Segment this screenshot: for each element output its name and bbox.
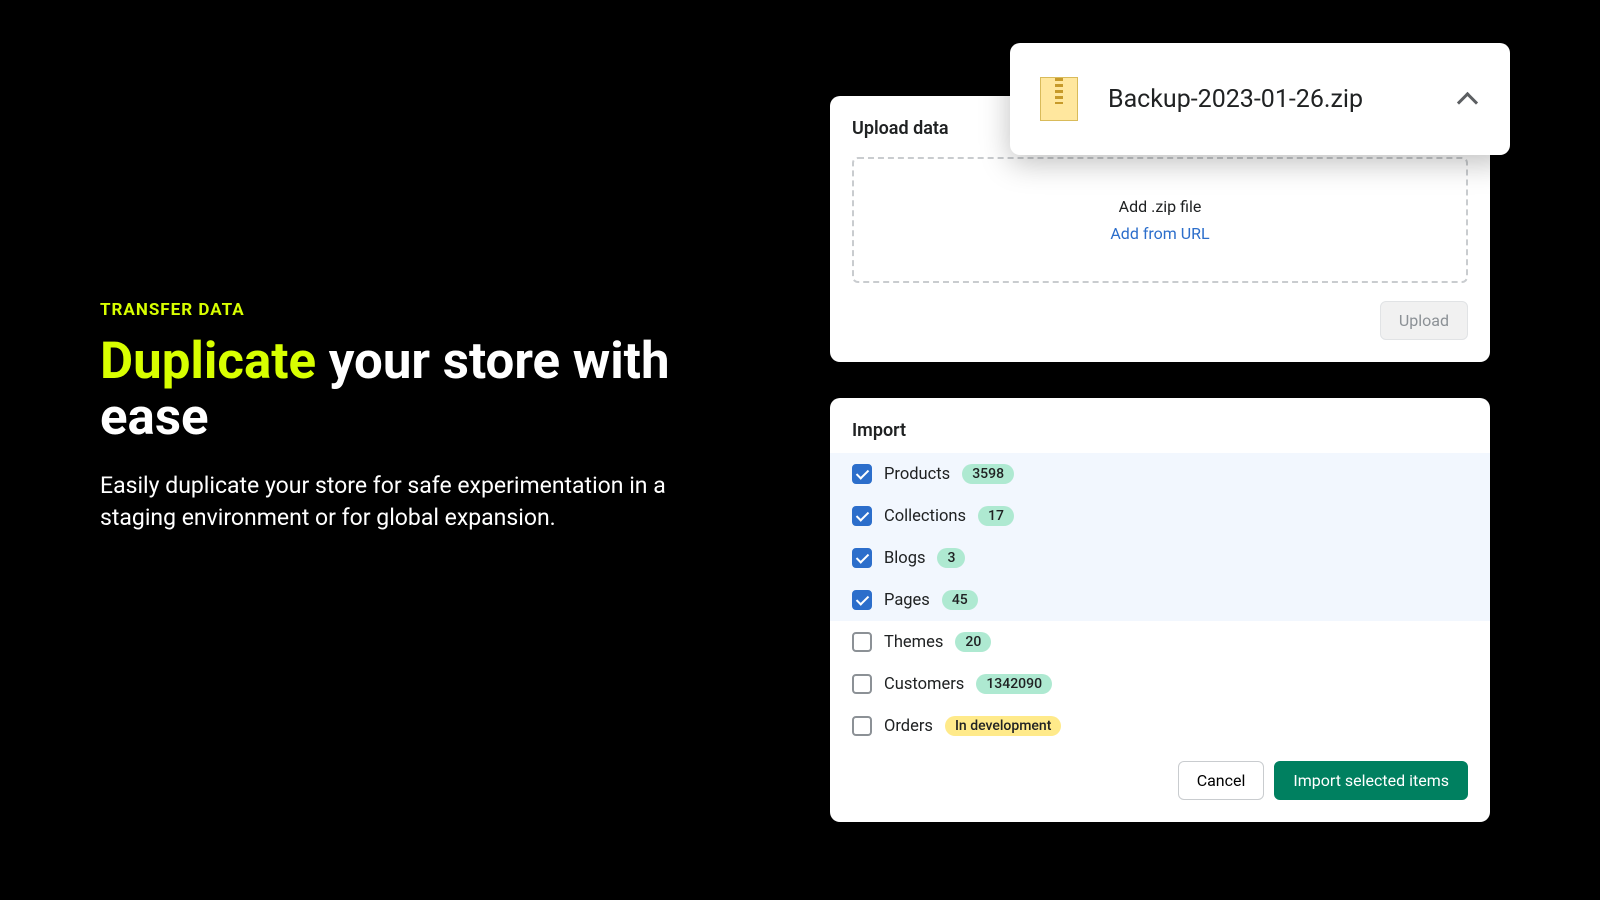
import-checkbox[interactable] — [852, 506, 872, 526]
eyebrow-text: TRANSFER DATA — [100, 300, 680, 320]
import-row[interactable]: Customers 1342090 — [830, 663, 1490, 705]
import-row-badge: 20 — [955, 632, 991, 652]
import-row-badge: 3 — [937, 548, 965, 568]
headline-accent: Duplicate — [100, 332, 316, 391]
import-selected-button[interactable]: Import selected items — [1274, 761, 1468, 800]
import-row[interactable]: Themes 20 — [830, 621, 1490, 663]
upload-actions: Upload — [852, 301, 1468, 340]
import-row-badge: 3598 — [962, 464, 1014, 484]
cancel-button[interactable]: Cancel — [1178, 761, 1265, 800]
import-row-label: Orders — [884, 717, 933, 736]
import-row[interactable]: Collections 17 — [830, 495, 1490, 537]
import-row[interactable]: Pages 45 — [830, 579, 1490, 621]
headline: Duplicate your store with ease — [100, 334, 680, 446]
import-row-label: Products — [884, 465, 950, 484]
import-row-label: Themes — [884, 633, 943, 652]
import-actions: Cancel Import selected items — [830, 747, 1490, 800]
import-row[interactable]: Products 3598 — [830, 453, 1490, 495]
import-row[interactable]: Blogs 3 — [830, 537, 1490, 579]
dropzone-instruction: Add .zip file — [1119, 197, 1202, 216]
import-checkbox[interactable] — [852, 464, 872, 484]
import-row-badge: In development — [945, 716, 1061, 736]
import-row-label: Collections — [884, 507, 966, 526]
import-row[interactable]: Orders In development — [830, 705, 1490, 747]
import-row-label: Blogs — [884, 549, 925, 568]
import-row-label: Customers — [884, 675, 964, 694]
import-checkbox[interactable] — [852, 716, 872, 736]
uploaded-file-name: Backup-2023-01-26.zip — [1108, 85, 1426, 114]
upload-dropzone[interactable]: Add .zip file Add from URL — [852, 157, 1468, 283]
import-checkbox[interactable] — [852, 590, 872, 610]
import-checkbox[interactable] — [852, 632, 872, 652]
marketing-copy: TRANSFER DATA Duplicate your store with … — [100, 300, 680, 535]
import-title: Import — [830, 420, 1490, 441]
import-row-list: Products 3598 Collections 17 Blogs 3 Pages 45 Th… — [830, 453, 1490, 747]
subheadline: Easily duplicate your store for safe exp… — [100, 470, 680, 534]
chevron-up-icon[interactable] — [1456, 87, 1480, 111]
import-row-badge: 45 — [942, 590, 978, 610]
import-row-badge: 17 — [978, 506, 1014, 526]
import-row-label: Pages — [884, 591, 930, 610]
import-row-badge: 1342090 — [976, 674, 1052, 694]
zip-file-icon — [1040, 77, 1078, 121]
upload-button[interactable]: Upload — [1380, 301, 1468, 340]
import-checkbox[interactable] — [852, 674, 872, 694]
add-from-url-link[interactable]: Add from URL — [1110, 224, 1209, 243]
uploaded-file-toast[interactable]: Backup-2023-01-26.zip — [1010, 43, 1510, 155]
import-checkbox[interactable] — [852, 548, 872, 568]
import-panel: Import Products 3598 Collections 17 Blogs 3 Pa… — [830, 398, 1490, 822]
